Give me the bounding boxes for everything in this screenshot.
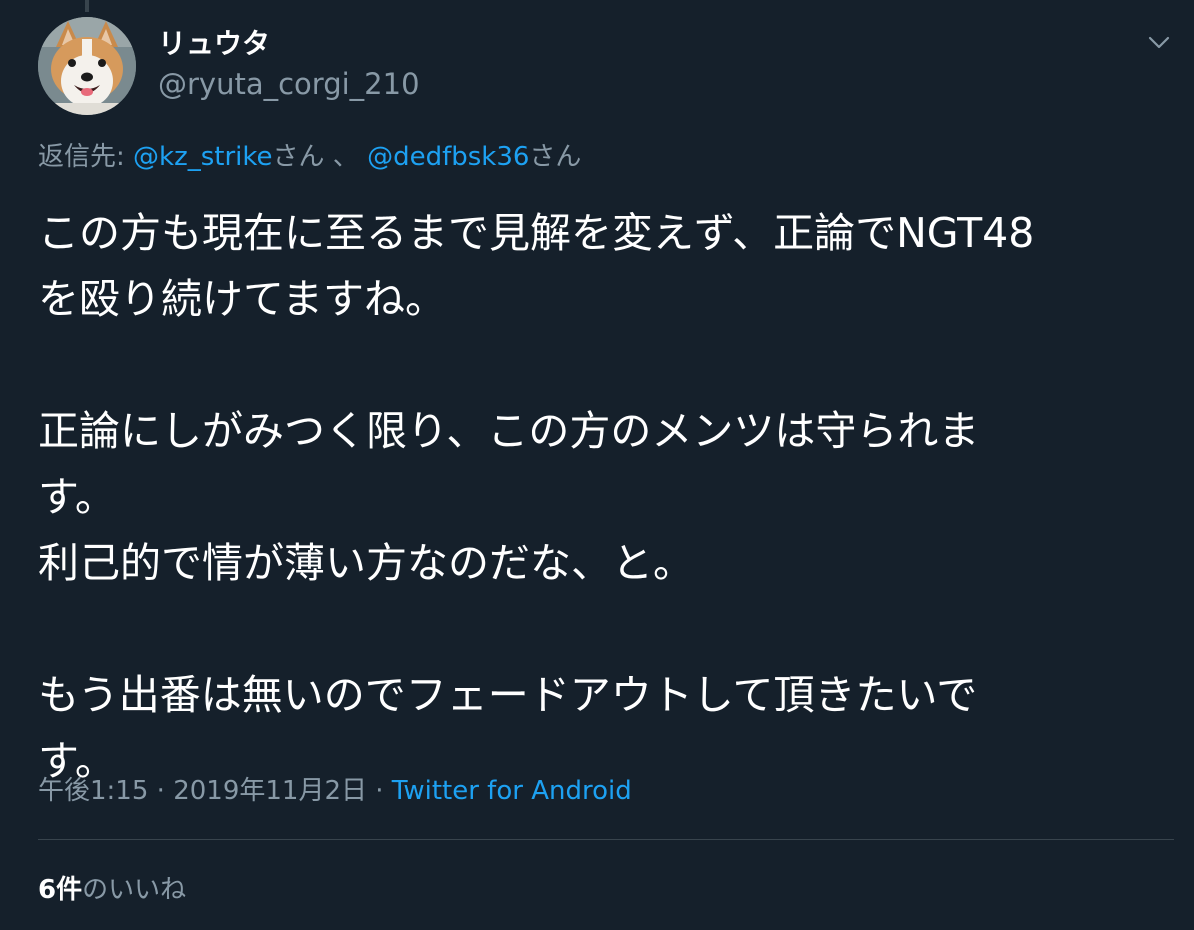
reply-suffix: さん bbox=[529, 142, 582, 172]
avatar[interactable] bbox=[38, 17, 136, 115]
tweet-text-line: す。 bbox=[38, 473, 116, 521]
tweet-text-line: 利己的で情が薄い方なのだな、と。 bbox=[38, 539, 694, 587]
tweet-text-line: 正論にしがみつく限り、この方のメンツは守られま bbox=[38, 407, 980, 455]
user-handle[interactable]: @ryuta_corgi_210 bbox=[158, 64, 420, 104]
likes-label: のいいね bbox=[82, 875, 187, 905]
likes-count: 6件 bbox=[38, 875, 83, 905]
mention-link-kz-strike[interactable]: @kz_strike bbox=[133, 142, 272, 172]
meta-separator: · bbox=[366, 776, 392, 806]
tweet-text-line: もう出番は無いのでフェードアウトして頂きたいで bbox=[38, 671, 978, 719]
thread-connector-line bbox=[85, 0, 89, 12]
tweet-time[interactable]: 午後1:15 bbox=[38, 776, 148, 806]
corgi-avatar-icon bbox=[38, 17, 136, 115]
mention-link-dedfbsk36[interactable]: @dedfbsk36 bbox=[367, 142, 529, 172]
tweet-metadata: 午後1:15 · 2019年11月2日 · Twitter for Androi… bbox=[38, 772, 632, 810]
display-name[interactable]: リュウタ bbox=[158, 24, 270, 64]
meta-separator: · bbox=[148, 776, 174, 806]
divider bbox=[38, 839, 1174, 840]
tweet-source-link[interactable]: Twitter for Android bbox=[392, 776, 632, 806]
likes-stat[interactable]: 6件のいいね bbox=[38, 870, 186, 910]
chevron-down-icon[interactable] bbox=[1144, 28, 1174, 58]
tweet-detail: リュウタ @ryuta_corgi_210 返信先: @kz_strikeさん … bbox=[0, 0, 1194, 930]
reply-to-line: 返信先: @kz_strikeさん 、 @dedfbsk36さん bbox=[38, 139, 581, 175]
tweet-text: この方も現在に至るまで見解を変えず、正論でNGT48 を殴り続けてますね。 正論… bbox=[38, 200, 1168, 794]
tweet-date[interactable]: 2019年11月2日 bbox=[173, 776, 367, 806]
tweet-text-line: を殴り続けてますね。 bbox=[38, 275, 446, 323]
tweet-text-line: この方も現在に至るまで見解を変えず、正論でNGT48 bbox=[38, 209, 1035, 257]
reply-to-prefix: 返信先: bbox=[38, 142, 134, 172]
reply-separator: 、 bbox=[324, 142, 368, 172]
reply-suffix: さん bbox=[272, 142, 325, 172]
